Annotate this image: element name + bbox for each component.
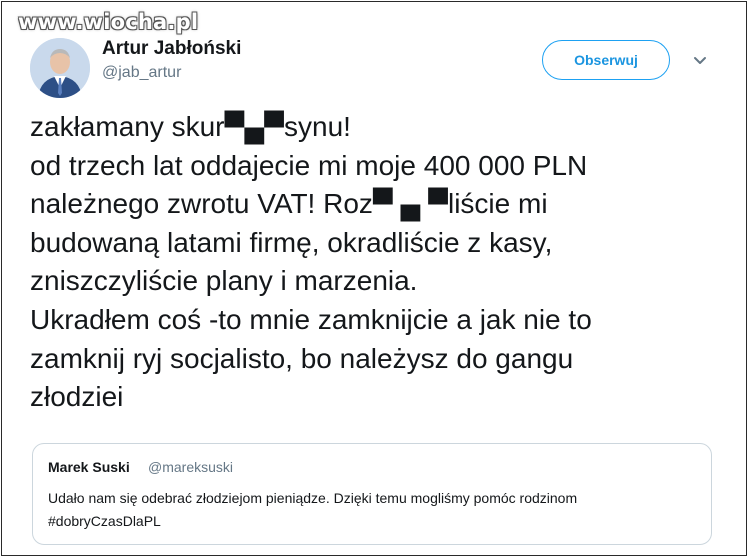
quoted-tweet[interactable]: Marek Suski @mareksuski Udało nam się od… <box>32 443 712 545</box>
tweet-line: zakłamany skur▀▄▀synu! <box>30 111 351 142</box>
tweet-line: od trzech lat oddajecie mi moje 400 000 … <box>30 149 588 181</box>
tweet-line: należnego zwrotu VAT! Roz▀ ▄ ▀liście mi <box>30 188 548 220</box>
tweet-line: złodziei <box>30 381 124 413</box>
follow-button[interactable]: Obserwuj <box>542 40 670 80</box>
quoted-hashtag[interactable]: #dobryCzasDlaPL <box>48 510 708 533</box>
author-handle[interactable]: @jab_artur <box>102 64 181 82</box>
tweet-text: zakłamany skur▀▄▀synu! od trzech lat odd… <box>30 108 735 417</box>
tweet-line: zniszczyliście plany i marzenia. <box>30 265 418 297</box>
watermark: www.wiocha.pl <box>18 10 199 34</box>
profile-photo-icon <box>30 38 90 98</box>
chevron-down-icon[interactable] <box>692 54 708 66</box>
quoted-line: Udało nam się odebrać złodziejom pieniąd… <box>48 490 578 506</box>
quoted-author-name: Marek Suski <box>48 459 130 475</box>
tweet-line: budowaną latami firmę, okradliście z kas… <box>30 226 553 258</box>
tweet-line: zamknij ryj socjalisto, bo należysz do g… <box>30 342 574 374</box>
tweet-line: Ukradłem coś -to mnie zamknijcie a jak n… <box>30 303 592 335</box>
avatar[interactable] <box>30 38 90 98</box>
quoted-tweet-text: Udało nam się odebrać złodziejom pieniąd… <box>48 487 708 533</box>
quoted-author-handle: @mareksuski <box>148 459 234 475</box>
author-name[interactable]: Artur Jabłoński <box>102 38 241 60</box>
